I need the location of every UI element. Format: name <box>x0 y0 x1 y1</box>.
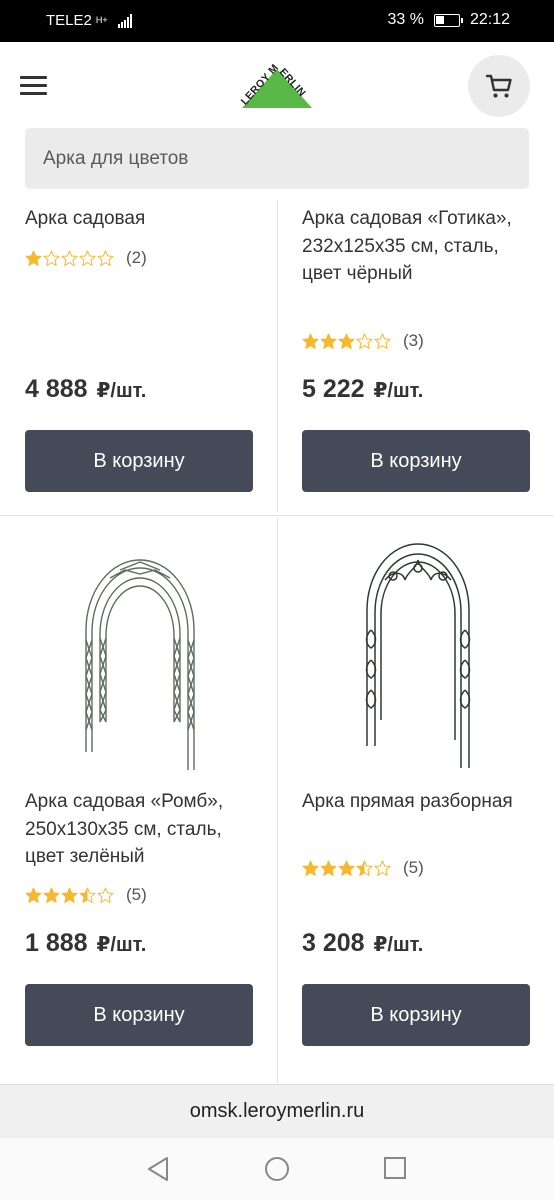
rating-stars <box>302 333 391 350</box>
product-title[interactable]: Арка садовая «Ромб», 250x130x35 см, стал… <box>25 788 265 871</box>
star-icon <box>356 333 373 349</box>
back-icon[interactable] <box>146 1156 170 1182</box>
star-icon <box>356 860 373 876</box>
system-nav-bar <box>0 1138 554 1200</box>
product-title[interactable]: Арка садовая <box>25 205 265 233</box>
price-unit: ₽/шт. <box>96 934 147 956</box>
product-card[interactable]: Арка садовая «Ромб», 250x130x35 см, стал… <box>0 518 277 1084</box>
star-icon <box>320 860 337 876</box>
star-icon <box>61 887 78 903</box>
star-icon <box>374 333 391 349</box>
star-icon <box>79 887 96 903</box>
url-bar[interactable]: omsk.leroymerlin.ru <box>0 1084 554 1138</box>
product-rating: (2) <box>25 248 147 268</box>
rating-stars <box>302 860 391 877</box>
review-count[interactable]: (5) <box>126 885 147 905</box>
star-icon <box>79 250 96 266</box>
price-value: 5 222 <box>302 375 365 403</box>
star-icon <box>61 250 78 266</box>
price-unit: ₽/шт. <box>96 380 147 402</box>
add-to-cart-button[interactable]: В корзину <box>302 430 530 492</box>
price-unit: ₽/шт. <box>373 934 424 956</box>
product-title[interactable]: Арка прямая разборная <box>302 788 542 816</box>
star-icon <box>43 250 60 266</box>
product-image[interactable] <box>363 540 473 772</box>
star-icon <box>25 250 42 266</box>
product-price: 1 888 ₽/шт. <box>25 929 146 958</box>
product-card[interactable]: Арка садовая «Готика», 232x125x35 см, ст… <box>277 0 554 512</box>
star-icon <box>338 860 355 876</box>
star-icon <box>97 887 114 903</box>
rating-stars <box>25 250 114 267</box>
product-rating: (3) <box>302 331 424 351</box>
star-icon <box>43 887 60 903</box>
star-icon <box>302 860 319 876</box>
star-icon <box>302 333 319 349</box>
price-value: 4 888 <box>25 375 88 403</box>
price-value: 3 208 <box>302 929 365 957</box>
star-icon <box>320 333 337 349</box>
product-price: 3 208 ₽/шт. <box>302 929 423 958</box>
add-to-cart-button[interactable]: В корзину <box>25 984 253 1046</box>
product-image[interactable] <box>80 540 200 772</box>
recent-apps-icon[interactable] <box>383 1156 407 1180</box>
product-rating: (5) <box>302 858 424 878</box>
add-to-cart-button[interactable]: В корзину <box>25 430 253 492</box>
star-icon <box>338 333 355 349</box>
star-icon <box>25 887 42 903</box>
review-count[interactable]: (5) <box>403 858 424 878</box>
review-count[interactable]: (3) <box>403 331 424 351</box>
product-rating: (5) <box>25 885 147 905</box>
review-count[interactable]: (2) <box>126 248 147 268</box>
url-text[interactable]: omsk.leroymerlin.ru <box>190 1100 364 1123</box>
rating-stars <box>25 887 114 904</box>
add-to-cart-button[interactable]: В корзину <box>302 984 530 1046</box>
row-divider <box>0 515 554 516</box>
star-icon <box>97 250 114 266</box>
product-price: 4 888 ₽/шт. <box>25 375 146 404</box>
product-card[interactable]: Арка прямая разборная (5) 3 208 ₽/шт. В … <box>277 518 554 1084</box>
home-icon[interactable] <box>264 1156 290 1182</box>
price-unit: ₽/шт. <box>373 380 424 402</box>
product-title[interactable]: Арка садовая «Готика», 232x125x35 см, ст… <box>302 205 542 288</box>
star-icon <box>374 860 391 876</box>
price-value: 1 888 <box>25 929 88 957</box>
product-price: 5 222 ₽/шт. <box>302 375 423 404</box>
product-card[interactable]: Арка садовая (2) 4 888 ₽/шт. В корзину <box>0 0 277 512</box>
